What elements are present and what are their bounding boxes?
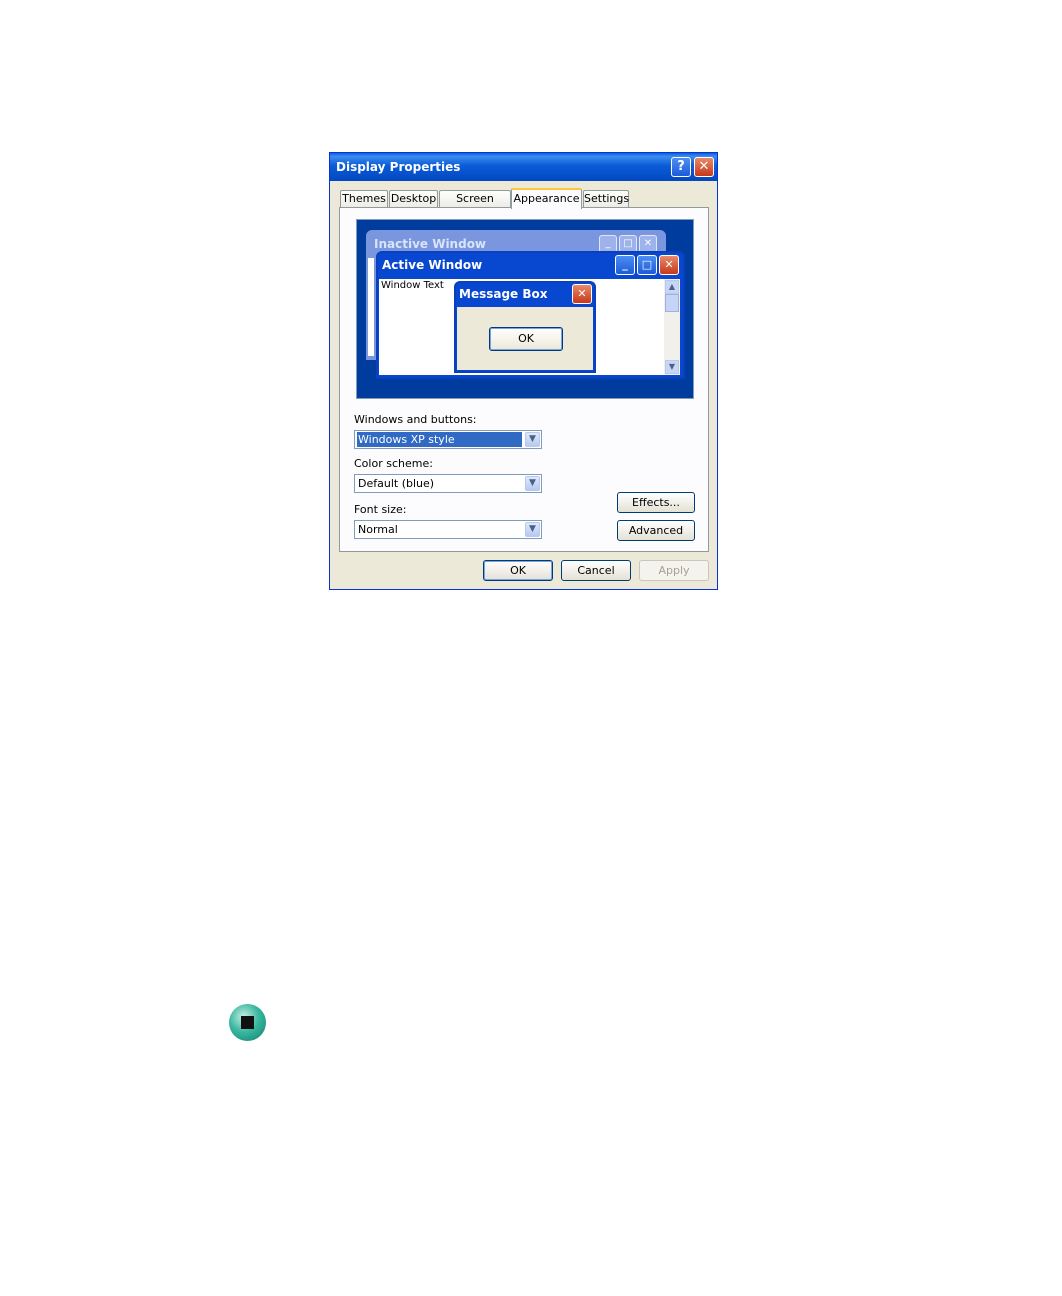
- inactive-window-title: Inactive Window: [374, 237, 487, 251]
- windows-and-buttons-select[interactable]: Windows XP style ▼: [354, 430, 542, 449]
- cancel-button[interactable]: Cancel: [561, 560, 631, 581]
- window-text: Window Text: [381, 280, 444, 291]
- windows-and-buttons-value: Windows XP style: [357, 432, 522, 447]
- appearance-panel: Inactive Window _ □ ✕ Active Window _ □ …: [339, 207, 709, 552]
- windows-and-buttons-label: Windows and buttons:: [354, 413, 477, 426]
- scroll-thumb: [665, 294, 679, 312]
- close-icon: ✕: [698, 159, 710, 174]
- chevron-down-icon[interactable]: ▼: [525, 522, 540, 537]
- color-scheme-label: Color scheme:: [354, 457, 433, 470]
- close-icon: ✕: [659, 255, 679, 275]
- message-box-body: OK: [457, 307, 593, 370]
- display-properties-dialog: Display Properties ? ✕ Themes Desktop Sc…: [329, 152, 718, 590]
- message-box-ok-button: OK: [489, 327, 563, 351]
- chevron-down-icon[interactable]: ▼: [525, 432, 540, 447]
- tab-settings[interactable]: Settings: [583, 190, 629, 207]
- font-size-value: Normal: [358, 523, 398, 536]
- help-icon: ?: [677, 159, 685, 174]
- tab-themes[interactable]: Themes: [340, 190, 388, 207]
- ok-button[interactable]: OK: [483, 560, 553, 581]
- apply-button[interactable]: Apply: [639, 560, 709, 581]
- title-bar[interactable]: Display Properties ? ✕: [330, 153, 717, 181]
- tab-desktop[interactable]: Desktop: [389, 190, 438, 207]
- dialog-title: Display Properties: [336, 160, 461, 174]
- tab-appearance[interactable]: Appearance: [511, 188, 582, 209]
- stop-square: [241, 1016, 254, 1029]
- minimize-icon: _: [615, 255, 635, 275]
- advanced-button[interactable]: Advanced: [617, 520, 695, 541]
- effects-button[interactable]: Effects...: [617, 492, 695, 513]
- font-size-label: Font size:: [354, 503, 407, 516]
- active-window-title: Active Window: [382, 258, 483, 272]
- scroll-down-icon: ▼: [665, 360, 679, 374]
- maximize-icon: □: [637, 255, 657, 275]
- preview-scrollbar: ▲ ▼: [664, 279, 680, 375]
- close-button[interactable]: ✕: [694, 157, 714, 177]
- font-size-select[interactable]: Normal ▼: [354, 520, 542, 539]
- scroll-up-icon: ▲: [665, 280, 679, 294]
- chevron-down-icon[interactable]: ▼: [525, 476, 540, 491]
- color-scheme-select[interactable]: Default (blue) ▼: [354, 474, 542, 493]
- appearance-preview: Inactive Window _ □ ✕ Active Window _ □ …: [356, 219, 694, 399]
- inactive-window-body: [368, 258, 374, 356]
- stop-icon: [229, 1004, 266, 1041]
- close-icon: ✕: [572, 284, 592, 304]
- message-box-preview: Message Box ✕ OK: [454, 281, 596, 373]
- message-box-title: Message Box: [459, 287, 548, 301]
- help-button[interactable]: ?: [671, 157, 691, 177]
- color-scheme-value: Default (blue): [358, 477, 435, 490]
- tab-screen-saver[interactable]: Screen Saver: [439, 190, 511, 220]
